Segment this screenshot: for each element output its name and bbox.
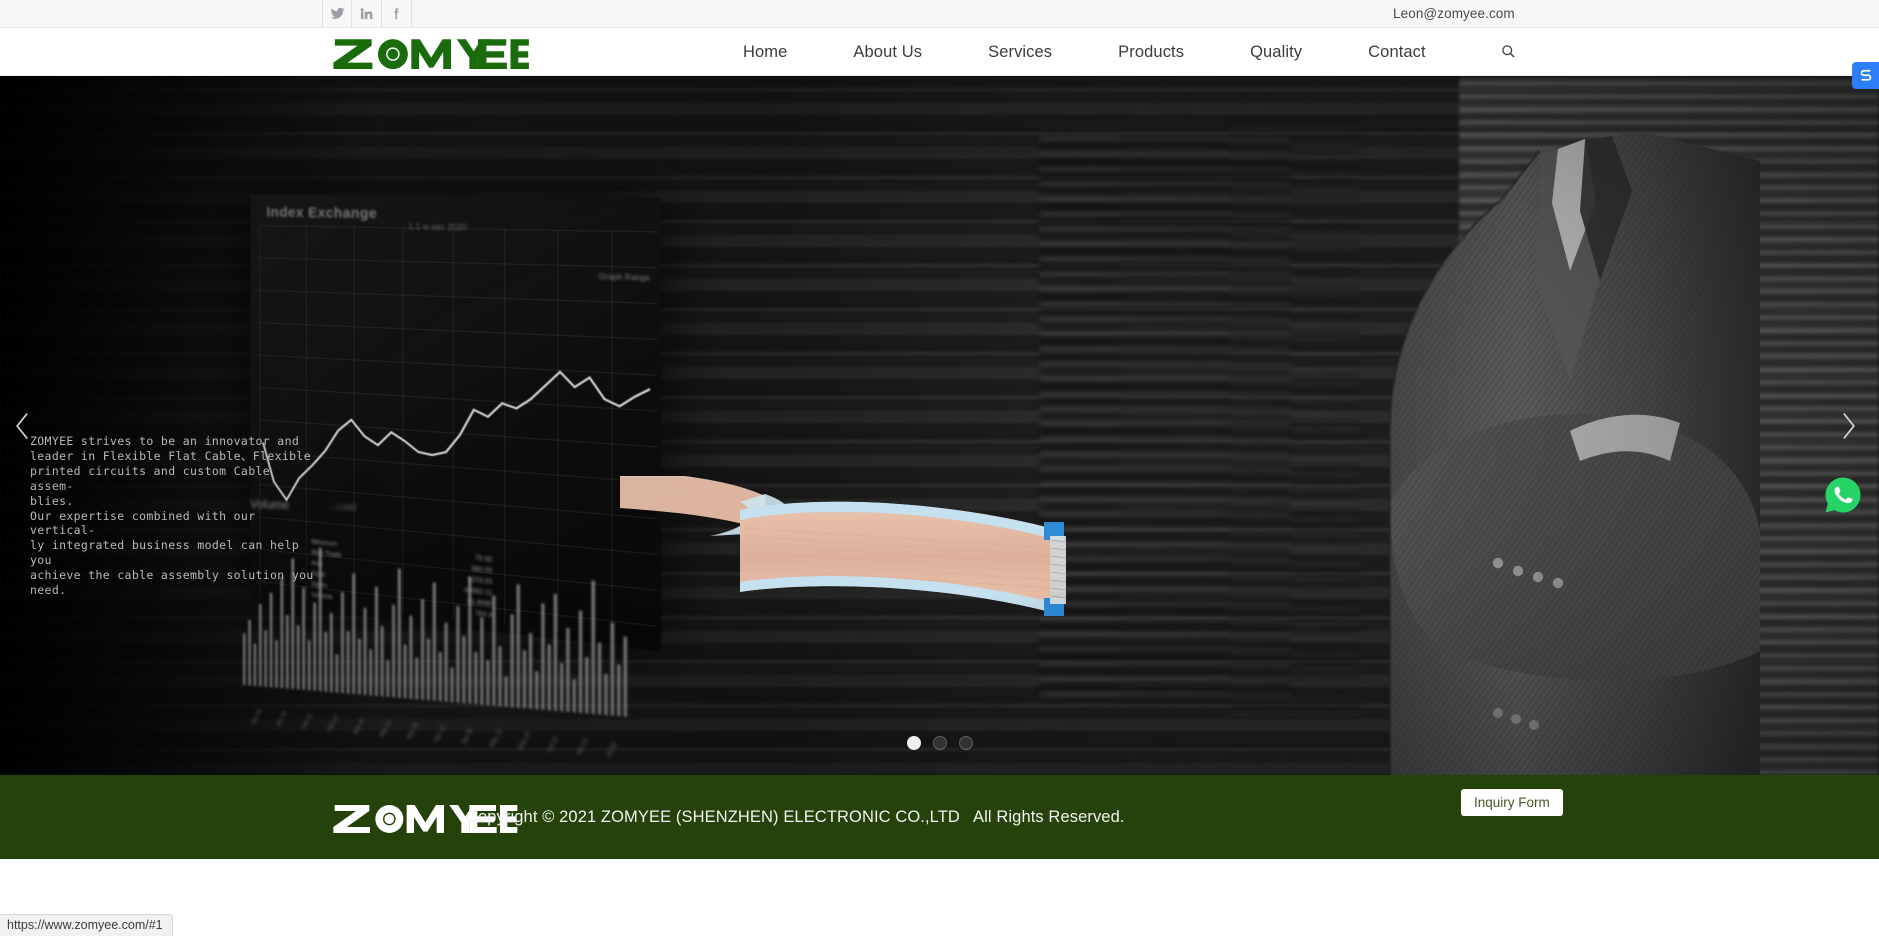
carousel-dot-1[interactable] bbox=[906, 736, 921, 750]
chart-range-tag: Graph Range bbox=[598, 272, 651, 283]
carousel-dots bbox=[906, 736, 973, 750]
main-navigation: Home About Us Services Products Quality … bbox=[710, 28, 1459, 76]
nav-item-home[interactable]: Home bbox=[710, 28, 820, 76]
site-logo[interactable] bbox=[332, 35, 530, 69]
linkedin-icon[interactable] bbox=[352, 0, 382, 28]
contact-email[interactable]: Leon@zomyee.com bbox=[1393, 6, 1515, 21]
carousel-dot-2[interactable] bbox=[932, 736, 947, 750]
nav-item-quality[interactable]: Quality bbox=[1217, 28, 1335, 76]
top-utility-bar: Leon@zomyee.com bbox=[0, 0, 1879, 28]
whatsapp-icon[interactable] bbox=[1823, 475, 1863, 515]
hero-caption-text: ZOMYEE strives to be an innovator and le… bbox=[30, 434, 314, 598]
chevron-left-icon[interactable] bbox=[6, 400, 40, 452]
nav-item-services[interactable]: Services bbox=[955, 28, 1085, 76]
flexible-flat-cable-graphic bbox=[620, 470, 1140, 636]
volume-sub-label: - LOAD bbox=[331, 502, 357, 513]
hero-carousel: Index Exchange 1.1 w sec 2020 Graph Rang… bbox=[0, 76, 1879, 775]
twitter-icon[interactable] bbox=[322, 0, 352, 28]
nav-item-products[interactable]: Products bbox=[1085, 28, 1217, 76]
inquiry-form-button[interactable]: Inquiry Form bbox=[1461, 789, 1563, 816]
nav-item-contact[interactable]: Contact bbox=[1335, 28, 1459, 76]
social-links-group bbox=[322, 0, 412, 28]
chart-subtitle: 1.1 w sec 2020 bbox=[408, 221, 468, 233]
browser-status-bar: https://www.zomyee.com/#1 bbox=[0, 914, 173, 936]
facebook-icon[interactable] bbox=[382, 0, 412, 28]
chevron-right-icon[interactable] bbox=[1831, 400, 1865, 452]
site-header: Home About Us Services Products Quality … bbox=[0, 28, 1879, 76]
businessman-photo bbox=[1240, 131, 1760, 775]
hero-background-image: Index Exchange 1.1 w sec 2020 Graph Rang… bbox=[0, 76, 1879, 775]
chart-title: Index Exchange bbox=[266, 204, 378, 223]
copyright-text: Copyright © 2021 ZOMYEE (SHENZHEN) ELECT… bbox=[466, 807, 1125, 826]
nav-item-about-us[interactable]: About Us bbox=[820, 28, 955, 76]
share-widget-icon[interactable] bbox=[1852, 62, 1879, 89]
carousel-dot-3[interactable] bbox=[958, 736, 973, 750]
search-icon[interactable] bbox=[1495, 39, 1521, 65]
site-footer: Copyright © 2021 ZOMYEE (SHENZHEN) ELECT… bbox=[0, 775, 1879, 859]
